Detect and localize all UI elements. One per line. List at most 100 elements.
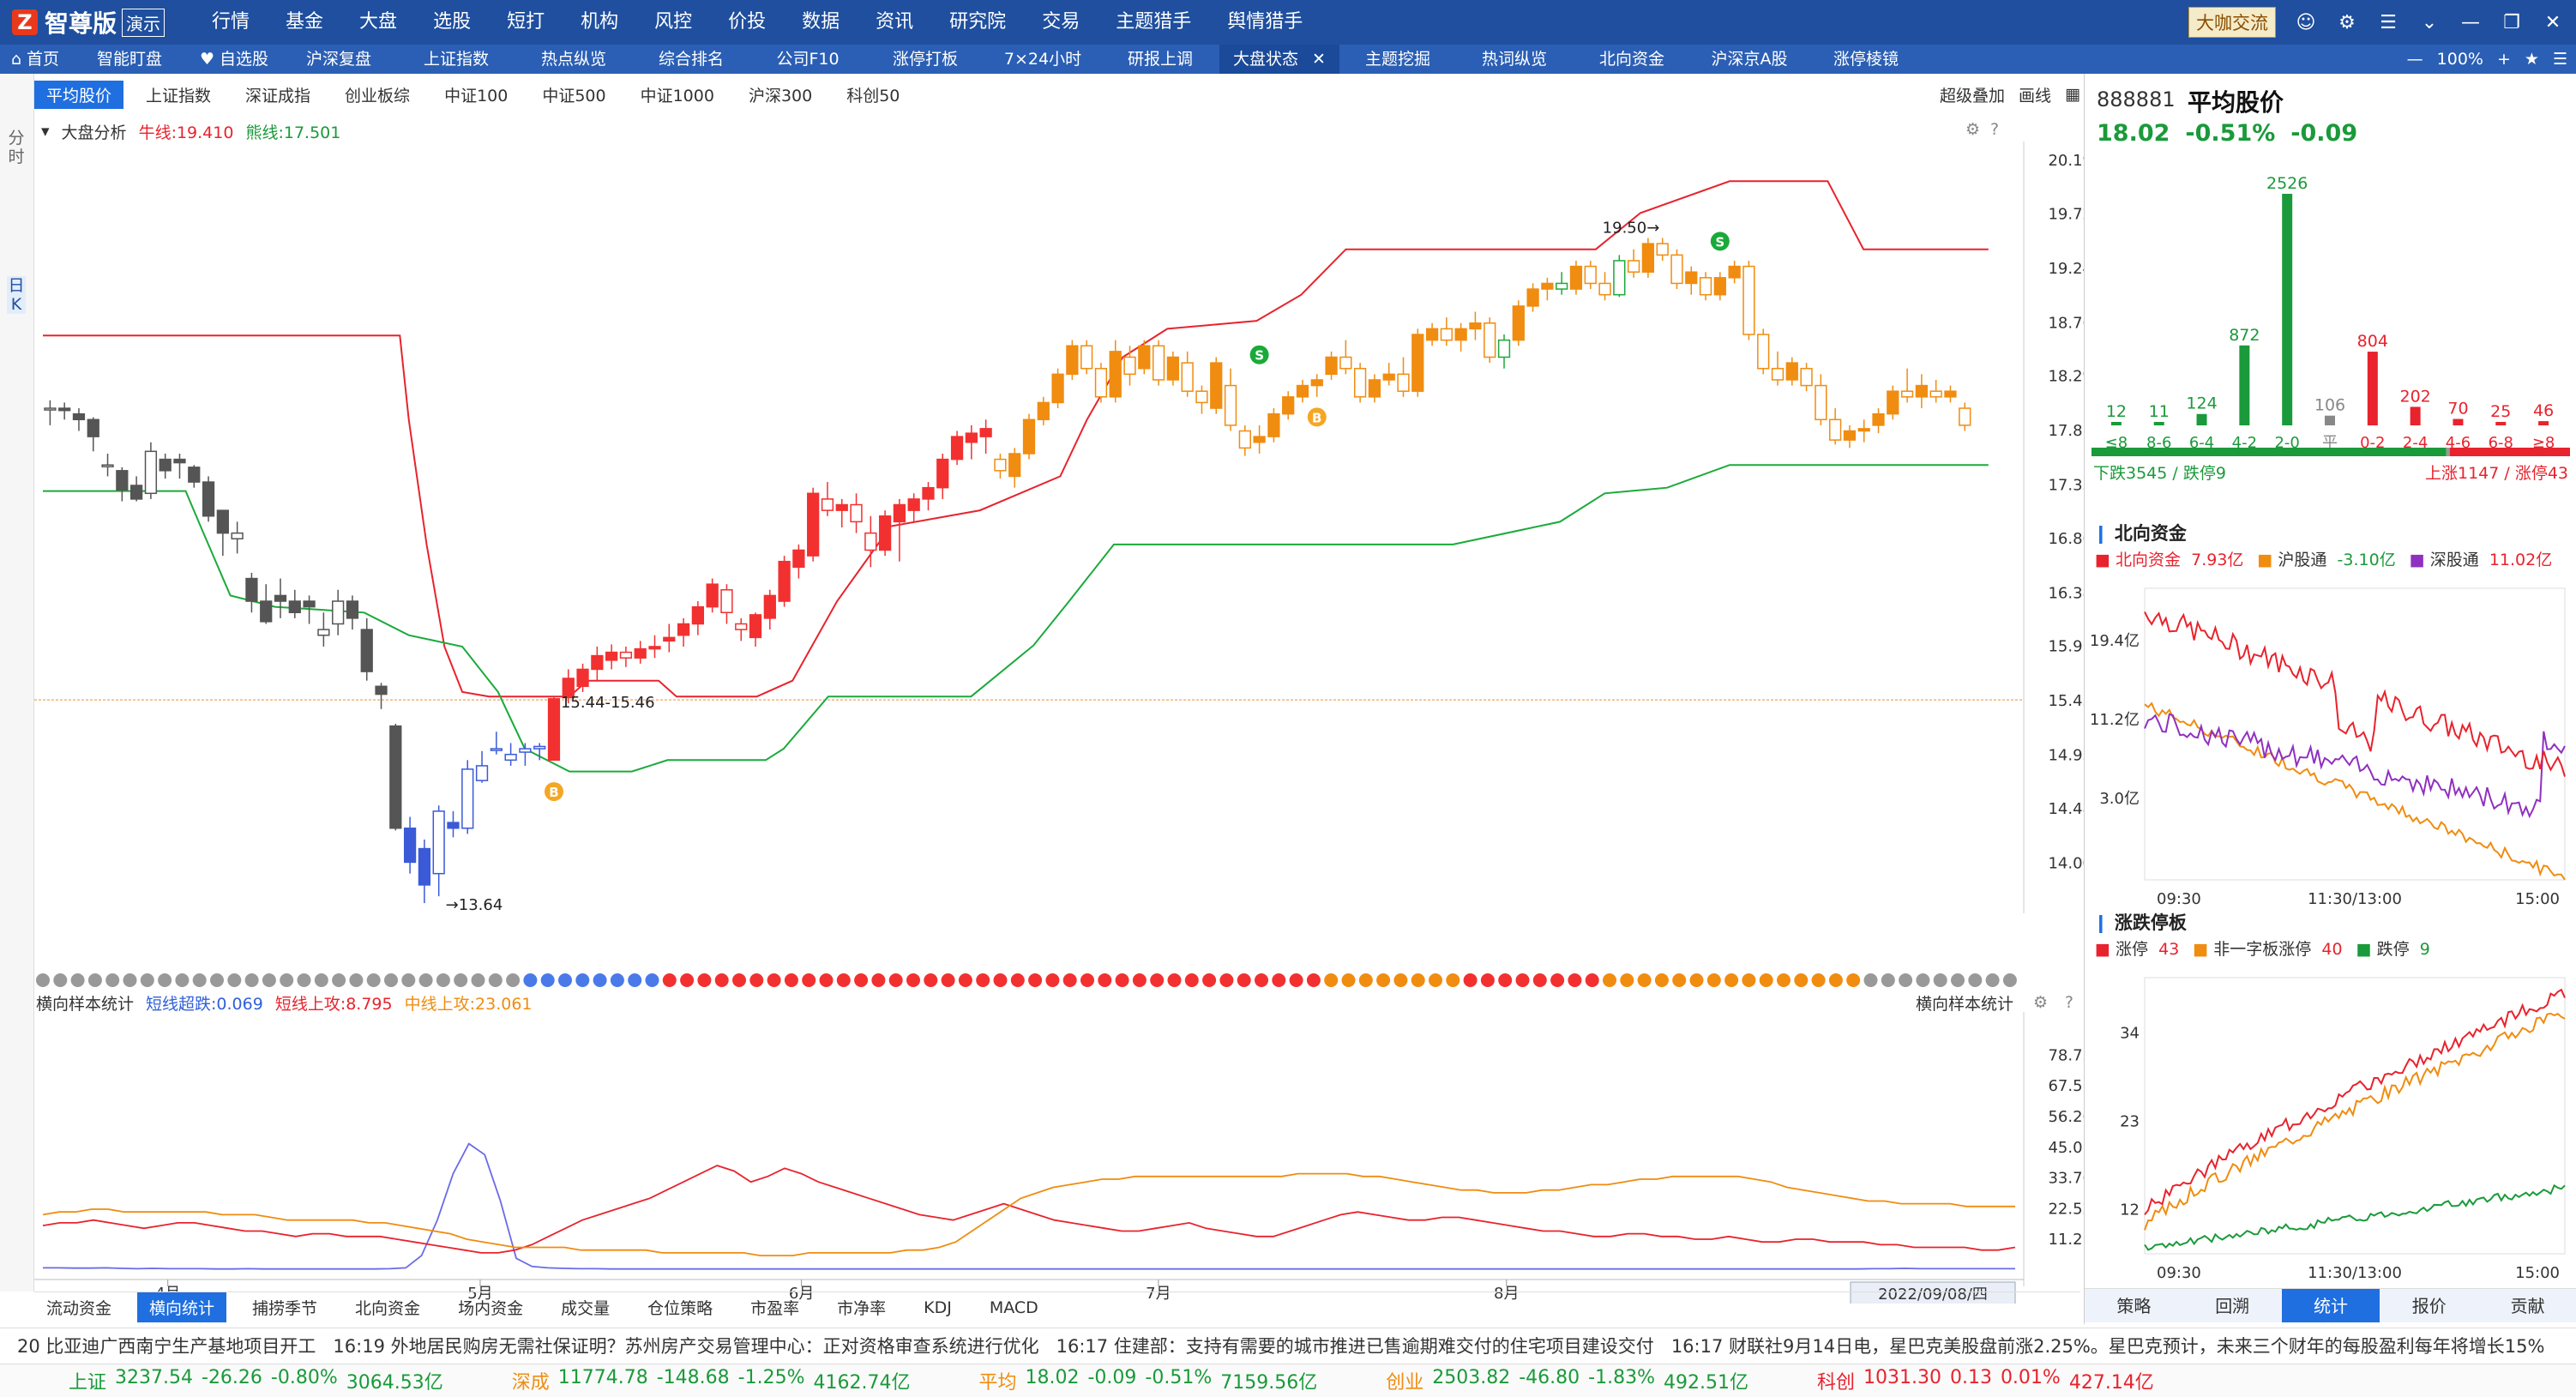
chart-name[interactable]: 大盘分析 xyxy=(62,120,127,143)
tab-4[interactable]: 上证指数 xyxy=(398,45,515,74)
tab-10[interactable]: 研报上调 xyxy=(1101,45,1219,74)
minimize-icon[interactable]: — xyxy=(2459,11,2482,33)
horizontal-stats-chart[interactable]: 78.7567.5156.2645.0133.7622.5211.274月5月6… xyxy=(34,1012,2118,1304)
menu-item[interactable]: 风控 xyxy=(636,0,710,45)
indicator-tab-6[interactable]: 仓位策略 xyxy=(635,1292,725,1322)
tab-16[interactable]: 涨停棱镜 xyxy=(1808,45,1924,74)
indicator-tab-2[interactable]: 捕捞季节 xyxy=(240,1292,329,1322)
period-fenshi[interactable]: 分时 xyxy=(7,129,26,166)
menu-item[interactable]: 资讯 xyxy=(858,0,931,45)
tab-13[interactable]: 热词纵览 xyxy=(1456,45,1573,74)
indicator-tab-5[interactable]: 成交量 xyxy=(549,1292,622,1322)
index-tab-0[interactable]: 平均股价 xyxy=(34,80,124,109)
tab-14[interactable]: 北向资金 xyxy=(1573,45,1691,74)
tab-6[interactable]: 综合排名 xyxy=(633,45,749,74)
status-pct: 0.01% xyxy=(2000,1367,2061,1388)
news-item[interactable]: 20 比亚迪广西南宁生产基地项目开工 xyxy=(17,1333,316,1358)
menu-item[interactable]: 大盘 xyxy=(341,0,415,45)
tab-11[interactable]: 大盘状态 ✕ xyxy=(1219,45,1339,74)
index-tab-2[interactable]: 深证成指 xyxy=(233,81,322,109)
signal-dot xyxy=(297,973,311,987)
menu-icon[interactable]: ☰ xyxy=(2377,11,2399,33)
menu-item[interactable]: 价投 xyxy=(710,0,784,45)
tab-15[interactable]: 沪深京A股 xyxy=(1691,45,1808,74)
index-tab-1[interactable]: 上证指数 xyxy=(134,81,223,109)
super-overlay-button[interactable]: 超级叠加 xyxy=(1940,83,2005,106)
dk-exchange-button[interactable]: 大咖交流 xyxy=(2188,7,2276,38)
zoom-in-icon[interactable]: + xyxy=(2497,50,2511,69)
index-tab-7[interactable]: 沪深300 xyxy=(737,81,824,109)
tab-menu-icon[interactable]: ☰ xyxy=(2553,50,2567,69)
right-tab-2[interactable]: 统计 xyxy=(2281,1289,2380,1322)
status-3[interactable]: 创业 2503.82 -46.80 -1.83% 492.51亿 xyxy=(1386,1367,1748,1394)
grid-icon[interactable]: ▦ xyxy=(2065,85,2080,104)
sub-gear-icon[interactable]: ⚙ xyxy=(2033,993,2048,1012)
tab-close-icon[interactable]: ✕ xyxy=(1307,50,1326,69)
index-tab-6[interactable]: 中证1000 xyxy=(629,81,726,109)
tab-0[interactable]: ⌂ 首页 xyxy=(0,45,70,74)
maximize-icon[interactable]: ❐ xyxy=(2501,11,2523,33)
signal-dot xyxy=(662,973,677,987)
menu-item[interactable]: 选股 xyxy=(415,0,489,45)
tab-5[interactable]: 热点纵览 xyxy=(515,45,633,74)
right-tab-4[interactable]: 贡献 xyxy=(2478,1289,2576,1322)
indicator-tab-3[interactable]: 北向资金 xyxy=(343,1292,432,1322)
menu-item[interactable]: 数据 xyxy=(784,0,858,45)
draw-line-button[interactable]: 画线 xyxy=(2019,83,2051,106)
signal-dot xyxy=(1480,973,1495,987)
zoom-out-icon[interactable]: — xyxy=(2407,50,2423,69)
right-tab-3[interactable]: 报价 xyxy=(2380,1289,2478,1322)
tab-7[interactable]: 公司F10 xyxy=(749,45,866,74)
status-2[interactable]: 平均 18.02 -0.09 -0.51% 7159.56亿 xyxy=(978,1367,1317,1394)
sub-help-icon[interactable]: ? xyxy=(2065,993,2073,1012)
period-day-k[interactable]: 日K xyxy=(7,276,26,314)
candlestick-chart[interactable]: 20.1919.7219.2418.7618.2917.8117.3316.86… xyxy=(34,142,2118,930)
close-icon[interactable]: ✕ xyxy=(2542,11,2564,33)
settings-icon[interactable]: ⚙ xyxy=(2336,11,2358,33)
news-item[interactable]: 16:17 财联社9月14日电，星巴克美股盘前涨2.25%。星巴克预计，未来三个… xyxy=(1671,1333,2545,1358)
dist-bar xyxy=(2196,413,2207,425)
tab-8[interactable]: 涨停打板 xyxy=(866,45,984,74)
tab-9[interactable]: 7×24小时 xyxy=(984,45,1101,74)
user-icon[interactable]: ☺ xyxy=(2295,11,2317,33)
star-icon[interactable]: ★ xyxy=(2525,50,2539,69)
limit-legend-nonone: ■ 非一字板涨停 40 xyxy=(2193,940,2343,959)
menu-item[interactable]: 行情 xyxy=(194,0,268,45)
index-tab-4[interactable]: 中证100 xyxy=(432,81,520,109)
indicator-tab-7[interactable]: 市盈率 xyxy=(738,1292,811,1322)
index-tab-8[interactable]: 科创50 xyxy=(834,81,912,109)
menu-item[interactable]: 舆情猎手 xyxy=(1209,0,1321,45)
tab-12[interactable]: 主题挖掘 xyxy=(1339,45,1456,74)
help-icon[interactable]: ? xyxy=(1990,120,1999,139)
right-tab-0[interactable]: 策略 xyxy=(2085,1289,2183,1322)
chevron-down-icon[interactable]: ▾ xyxy=(41,122,50,141)
status-1[interactable]: 深成 11774.78 -148.68 -1.25% 4162.74亿 xyxy=(512,1367,911,1394)
indicator-tab-1[interactable]: 横向统计 xyxy=(137,1292,227,1322)
menu-item[interactable]: 基金 xyxy=(268,0,341,45)
indicator-tab-10[interactable]: MACD xyxy=(978,1295,1050,1321)
tab-2[interactable]: ♥ 自选股 xyxy=(189,45,280,74)
indicator-tab-8[interactable]: 市净率 xyxy=(825,1292,898,1322)
menu-item[interactable]: 研究院 xyxy=(931,0,1024,45)
indicator-tab-9[interactable]: KDJ xyxy=(912,1295,964,1321)
candle xyxy=(1569,260,1583,295)
collapse-icon[interactable]: ⌄ xyxy=(2418,11,2441,33)
index-tab-3[interactable]: 创业板综 xyxy=(333,81,422,109)
right-tab-1[interactable]: 回溯 xyxy=(2183,1289,2282,1322)
indicator-tab-0[interactable]: 流动资金 xyxy=(34,1292,123,1322)
news-item[interactable]: 16:17 住建部：支持有需要的城市推进已售逾期难交付的住宅项目建设交付 xyxy=(1056,1333,1654,1358)
menu-item[interactable]: 主题猎手 xyxy=(1098,0,1209,45)
tab-label: 公司F10 xyxy=(776,50,840,69)
menu-item[interactable]: 短打 xyxy=(489,0,563,45)
menu-item[interactable]: 交易 xyxy=(1024,0,1098,45)
signal-dot xyxy=(1255,973,1268,987)
menu-item[interactable]: 机构 xyxy=(563,0,636,45)
indicator-tab-4[interactable]: 场内资金 xyxy=(446,1292,535,1322)
index-tab-5[interactable]: 中证500 xyxy=(530,81,617,109)
tab-1[interactable]: 智能盯盘 xyxy=(70,45,189,74)
status-0[interactable]: 上证 3237.54 -26.26 -0.80% 3064.53亿 xyxy=(69,1367,443,1394)
gear-icon[interactable]: ⚙ xyxy=(1965,120,1980,139)
tab-3[interactable]: 沪深复盘 xyxy=(280,45,398,74)
news-item[interactable]: 16:19 外地居民购房无需社保证明？苏州房产交易管理中心：正对资格审查系统进行… xyxy=(333,1333,1038,1358)
status-4[interactable]: 科创 1031.30 0.13 0.01% 427.14亿 xyxy=(1817,1367,2154,1394)
